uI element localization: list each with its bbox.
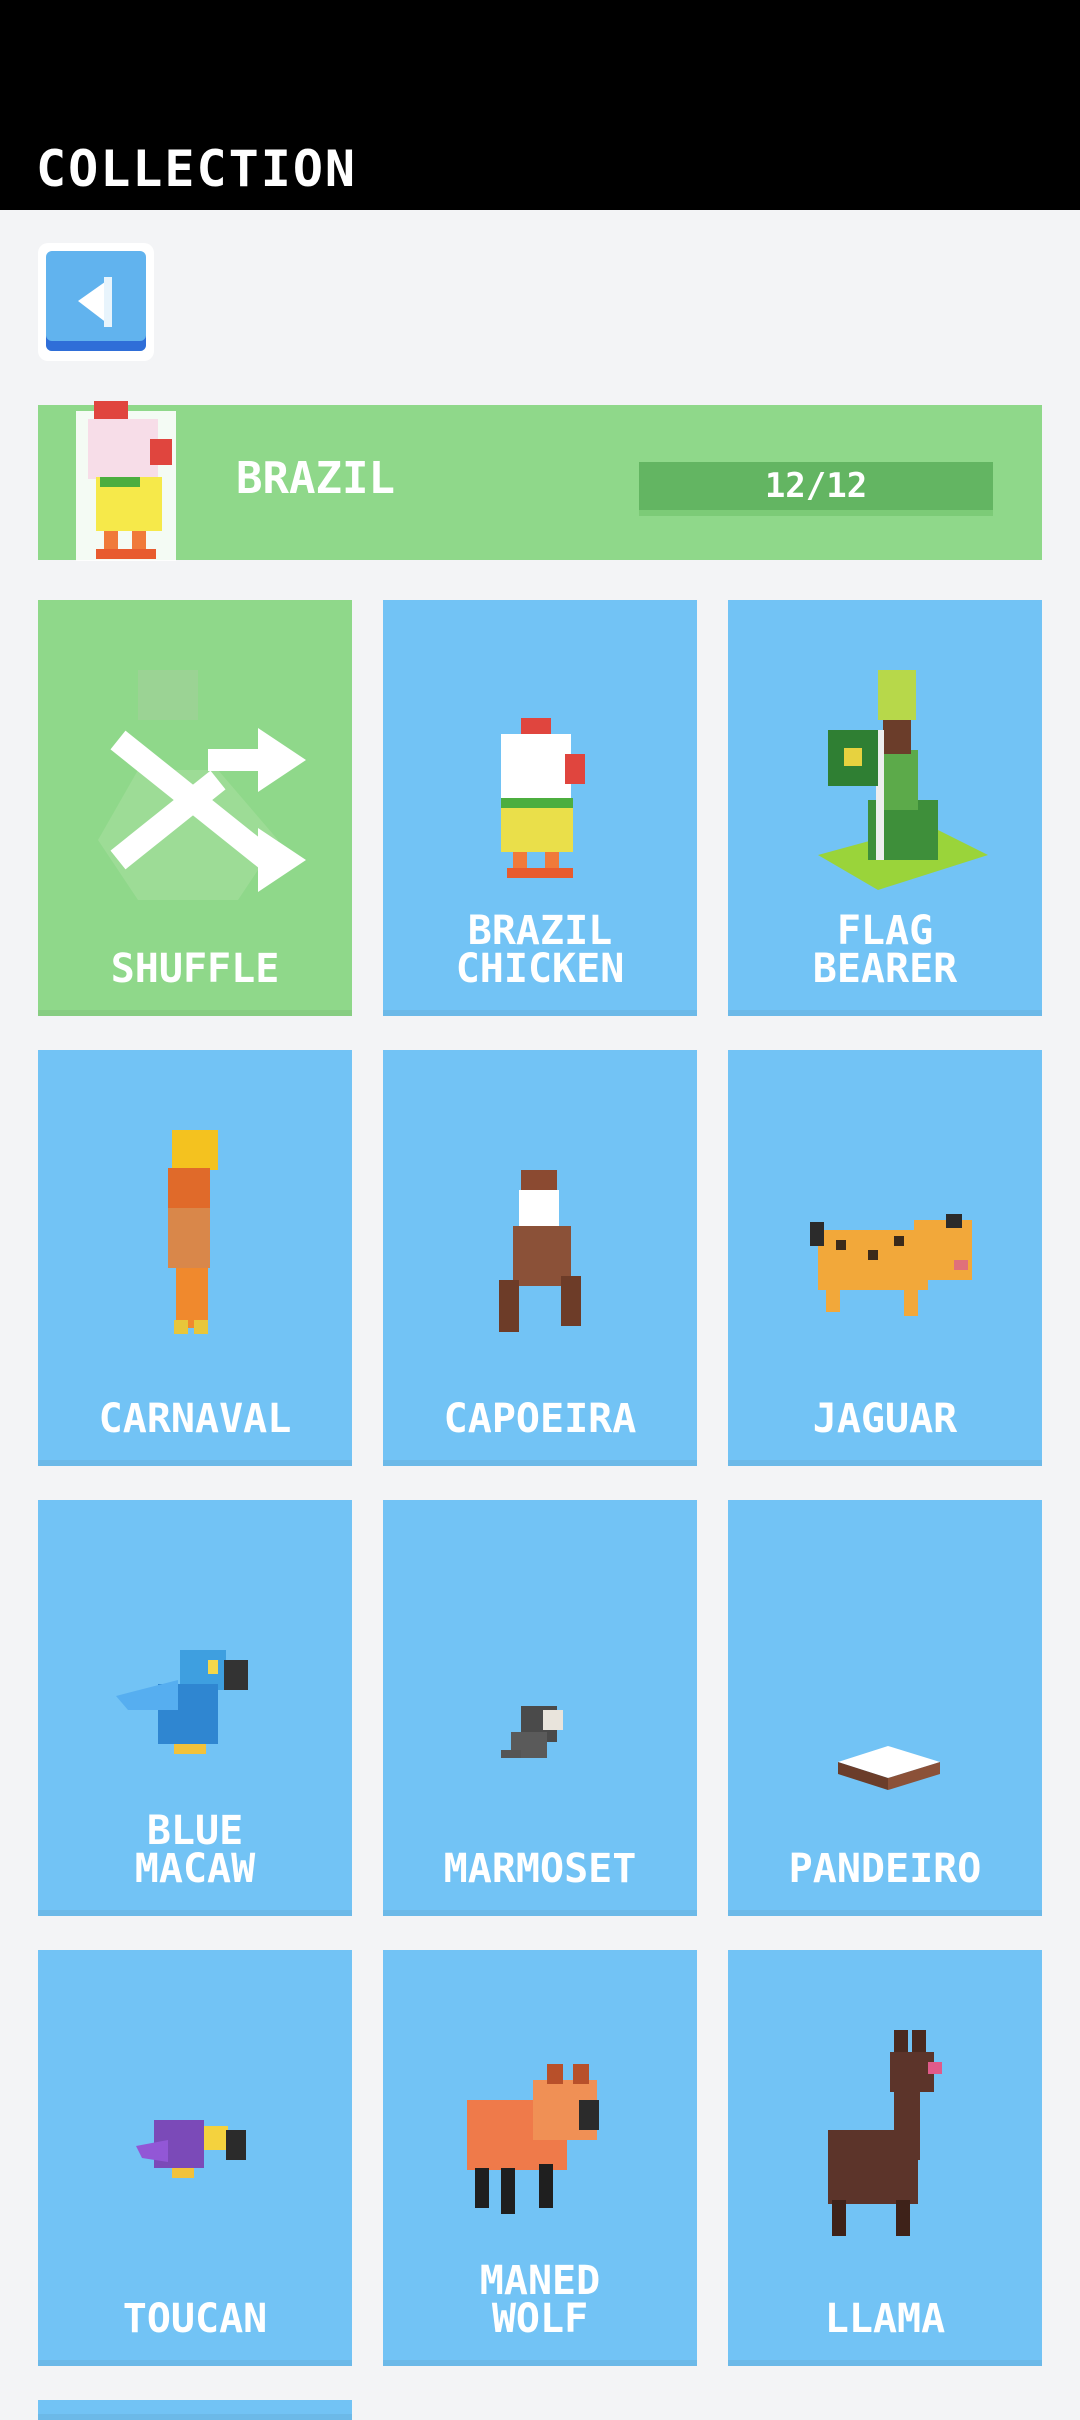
- character-card-toucan[interactable]: TOUCAN: [38, 1950, 352, 2366]
- character-card-brazil-chicken[interactable]: BRAZIL CHICKEN: [383, 600, 697, 1016]
- character-card-jaguar[interactable]: JAGUAR: [728, 1050, 1042, 1466]
- card-label: TOUCAN: [122, 2296, 268, 2342]
- page-title: COLLECTION: [36, 140, 358, 198]
- card-label: PANDEIRO: [788, 1846, 982, 1892]
- card-label: SHUFFLE: [110, 946, 280, 992]
- card-label: LLAMA: [824, 2296, 946, 2342]
- country-name: BRAZIL: [236, 453, 395, 504]
- character-card-maned-wolf[interactable]: MANED WOLF: [383, 1950, 697, 2366]
- character-card-pandeiro[interactable]: PANDEIRO: [728, 1500, 1042, 1916]
- character-card-carnaval[interactable]: CARNAVAL: [38, 1050, 352, 1466]
- back-button[interactable]: [38, 243, 154, 361]
- card-label: CARNAVAL: [98, 1396, 292, 1442]
- brazil-chicken-avatar-icon: [76, 401, 176, 561]
- character-card-marmoset[interactable]: MARMOSET: [383, 1500, 697, 1916]
- card-label: MARMOSET: [443, 1846, 637, 1892]
- card-label: FLAG BEARER: [812, 908, 958, 992]
- character-card-llama[interactable]: LLAMA: [728, 1950, 1042, 2366]
- collection-progress-bar: 12/12: [639, 462, 993, 510]
- character-card-blue-macaw[interactable]: BLUE MACAW: [38, 1500, 352, 1916]
- shuffle-card[interactable]: SHUFFLE: [38, 600, 352, 1016]
- country-banner[interactable]: BRAZIL 12/12: [38, 401, 1042, 561]
- top-bar: COLLECTION: [0, 0, 1080, 210]
- progress-text: 12/12: [764, 466, 868, 506]
- back-arrow-icon: [78, 277, 112, 327]
- card-label: MANED WOLF: [479, 2258, 601, 2342]
- card-label: CAPOEIRA: [443, 1396, 637, 1442]
- card-label: BRAZIL CHICKEN: [455, 908, 625, 992]
- card-label: JAGUAR: [812, 1396, 958, 1442]
- character-card-flag-bearer[interactable]: FLAG BEARER: [728, 600, 1042, 1016]
- character-card-partial[interactable]: [38, 2400, 352, 2420]
- character-card-capoeira[interactable]: CAPOEIRA: [383, 1050, 697, 1466]
- card-label: BLUE MACAW: [134, 1808, 256, 1892]
